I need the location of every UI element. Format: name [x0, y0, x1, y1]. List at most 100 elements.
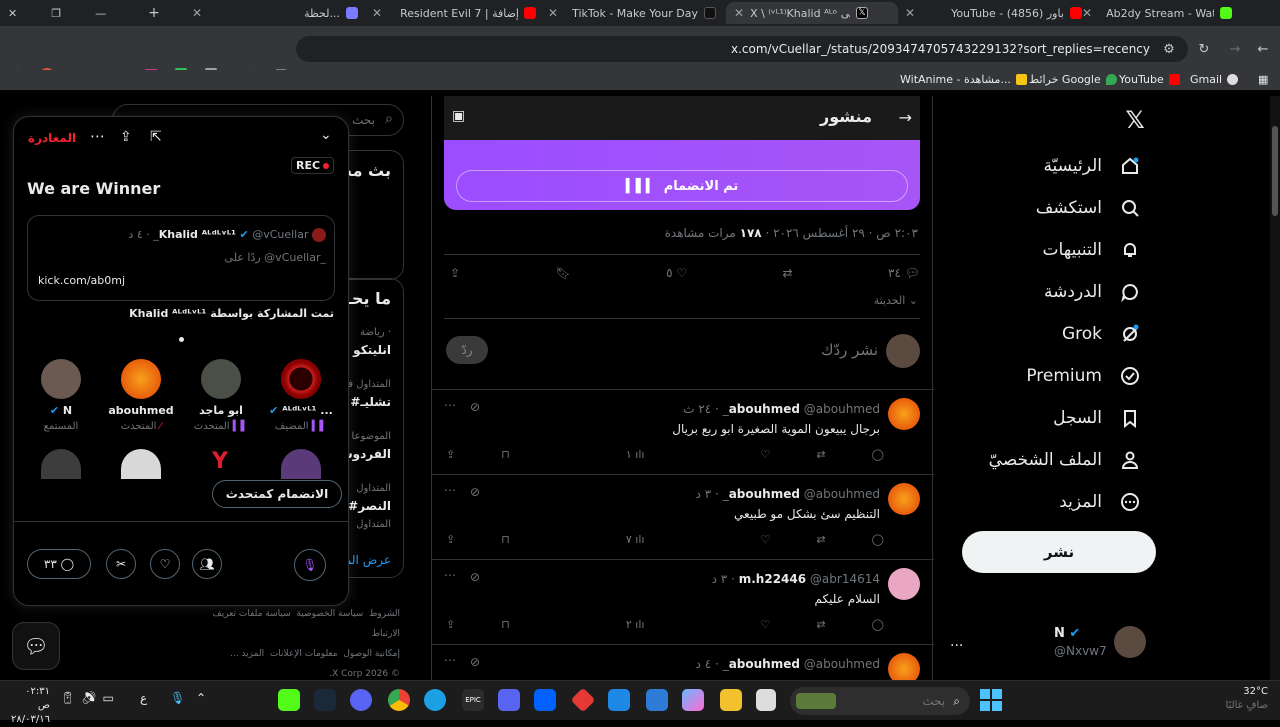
nav-bookmarks[interactable]: السجل [1053, 406, 1142, 430]
grok-icon[interactable]: ⊘ [470, 485, 480, 499]
bookmark-icon[interactable]: ⊓ [501, 448, 510, 461]
reply-input[interactable]: نشر ردّك [821, 341, 878, 359]
bookmark-icon[interactable]: 🔖︎ [555, 266, 570, 280]
share-icon[interactable]: ⇪ [120, 129, 132, 145]
chevron-down-icon[interactable]: ⌄ [320, 127, 332, 143]
close-tab-icon[interactable]: ✕ [192, 6, 202, 20]
app-icon[interactable] [756, 689, 776, 711]
grok-icon[interactable]: ⊘ [470, 400, 480, 414]
sort-replies[interactable]: الحديثة ⌄ [874, 294, 918, 307]
nav-more[interactable]: المزيد [1059, 490, 1142, 514]
footer-link[interactable]: المزيد ... [230, 649, 264, 659]
expand-icon[interactable]: ⇱ [150, 129, 162, 145]
tab-5[interactable]: ✕ YouTube - (4856) باور [905, 2, 1082, 24]
nav-home[interactable]: الرئيسيّة [1043, 154, 1142, 178]
views-stat[interactable]: ٢ ılı [626, 618, 645, 631]
reader-icon[interactable]: ▣ [452, 108, 465, 124]
reply-submit-button[interactable]: ردّ [446, 336, 488, 364]
listener[interactable]: ✔ N المستمع [26, 359, 96, 432]
footer-link[interactable]: إمكانية الوصول [343, 649, 400, 659]
clock[interactable]: ٠٢:٣١ ص ٢٨/٠٣/١٦ [10, 685, 50, 727]
react-icon[interactable]: ♡ [150, 549, 180, 579]
share-icon[interactable]: ⇪ [446, 533, 455, 546]
microphone-icon[interactable]: 🎙︎ [294, 549, 326, 581]
like-button[interactable]: ٥ ♡ [666, 266, 687, 280]
grok-icon[interactable]: ⊘ [470, 655, 480, 669]
tab-3[interactable]: ✕ TikTok - Make Your Day [548, 2, 716, 24]
close-window-icon[interactable]: ✕ [8, 7, 17, 20]
reply-icon[interactable]: ◯ [872, 448, 884, 461]
tab-1[interactable]: ✕ لحظة... [192, 2, 358, 24]
more-icon[interactable]: ⋯ [90, 127, 105, 145]
clip-icon[interactable]: ✂ [106, 549, 136, 579]
epic-games-icon[interactable]: EPIC [462, 689, 484, 711]
repost-icon[interactable]: ⇄ [783, 266, 793, 280]
views-stat[interactable]: ٧ ılı [626, 533, 645, 546]
post-button[interactable]: نشر [962, 531, 1156, 573]
avatar[interactable] [41, 449, 81, 479]
all-bookmarks-icon[interactable]: ▦ [1258, 73, 1268, 86]
x-logo-icon[interactable]: 𝕏 [1122, 106, 1148, 134]
repost-icon[interactable]: ⇄ [816, 448, 825, 461]
system-tray-icons[interactable]: 🔋︎🔊︎▭ [60, 691, 120, 705]
joined-button[interactable]: ▍▌▍ تم الانضمام [456, 170, 908, 202]
like-icon[interactable]: ♡ [761, 618, 771, 631]
taskbar-search[interactable]: بحث ⌕ [790, 687, 970, 715]
close-tab-icon[interactable]: ✕ [1082, 6, 1092, 20]
repost-icon[interactable]: ⇄ [816, 533, 825, 546]
trend-title[interactable]: انليتكو [353, 343, 391, 357]
share-icon[interactable]: ⇪ [446, 618, 455, 631]
tab-4-active[interactable]: ✕ X \ ⁽ᵛᴸ¹⁾Khalid ᴬᴸᵒ على X 𝕏 [726, 2, 898, 24]
bookmark-maps[interactable]: خرائط Google [1029, 73, 1117, 86]
pinned-post[interactable]: Khalid ᴬᴸᵈᴸᵛᴸ¹ ✔ @vCuellar_ · ٤ د ردًا ع… [27, 215, 335, 301]
back-icon[interactable]: ← [1254, 40, 1272, 58]
bookmark-gmail[interactable]: Gmail [1190, 73, 1239, 86]
dropbox-icon[interactable] [534, 689, 556, 711]
join-as-speaker-button[interactable]: الانضمام كمتحدث [212, 480, 342, 508]
reply-button[interactable]: ٣٤ 💬︎ [888, 266, 920, 280]
account-switcher[interactable]: ... N ✔ @Nxvw7 [950, 624, 1150, 662]
more-icon[interactable]: ⋯ [444, 398, 456, 412]
reply-item[interactable]: m.h22446 @abr14614 · ٣ د السلام عليكم ⊘ … [432, 559, 934, 644]
store-icon[interactable] [646, 689, 668, 711]
start-icon[interactable] [980, 689, 1002, 711]
bookmark-witanime[interactable]: WitAnime - مشاهدة... [900, 73, 1027, 86]
like-icon[interactable]: ♡ [761, 448, 771, 461]
like-icon[interactable]: ♡ [761, 533, 771, 546]
app-icon[interactable] [498, 689, 520, 711]
close-tab-icon[interactable]: ✕ [548, 6, 558, 20]
app-icon[interactable] [570, 687, 596, 713]
bookmark-icon[interactable]: ⊓ [501, 533, 510, 546]
repost-icon[interactable]: ⇄ [816, 618, 825, 631]
tab-6[interactable]: ✕ Ab2dy Stream - Watch Live [1082, 2, 1233, 24]
nav-grok[interactable]: Grok [1062, 322, 1142, 346]
show-more-link[interactable]: عرض الم [344, 553, 391, 567]
footer-link[interactable]: سياسة الخصوصية [296, 609, 363, 619]
avatar[interactable]: Y [208, 449, 232, 477]
speaker-host[interactable]: ✔ ᴬᴸᵈᴸᵛᴸ¹ ... المضيف ▍▌ [266, 359, 336, 432]
more-icon[interactable]: ⋯ [444, 653, 456, 667]
address-bar[interactable]: x.com/vCuellar_/status/20934747057432291… [296, 36, 1188, 62]
close-tab-icon[interactable]: ✕ [905, 6, 915, 20]
share-icon[interactable]: ⇪ [450, 266, 460, 280]
nav-explore[interactable]: استكشف [1036, 196, 1142, 220]
nav-premium[interactable]: Premium [1026, 364, 1142, 388]
close-tab-icon[interactable]: ✕ [734, 6, 744, 20]
bookmark-icon[interactable]: ⊓ [501, 618, 510, 631]
site-settings-icon[interactable]: ⚙ [1160, 40, 1178, 58]
more-icon[interactable]: ⋯ [444, 568, 456, 582]
trend-title[interactable]: #النصر [348, 499, 391, 513]
discord-icon[interactable] [350, 689, 372, 711]
minimize-window-icon[interactable]: — [95, 7, 106, 20]
reload-icon[interactable]: ↻ [1195, 40, 1213, 58]
tab-2[interactable]: ✕ Resident Evil 7 | إضافة | End [372, 2, 537, 24]
copilot-icon[interactable] [682, 689, 704, 711]
comments-button[interactable]: ٣٣ ◯ [27, 549, 91, 579]
share-icon[interactable]: ⇪ [446, 448, 455, 461]
nav-notifications[interactable]: التنبيهات [1043, 238, 1142, 262]
views-stat[interactable]: ١ ılı [626, 448, 645, 461]
microphone-icon[interactable]: 🎙︎ [170, 691, 185, 705]
new-tab-icon[interactable]: + [148, 5, 160, 21]
pinned-link[interactable]: kick.com/ab0mj [38, 274, 125, 287]
nav-profile[interactable]: الملف الشخصيّ [989, 448, 1142, 472]
